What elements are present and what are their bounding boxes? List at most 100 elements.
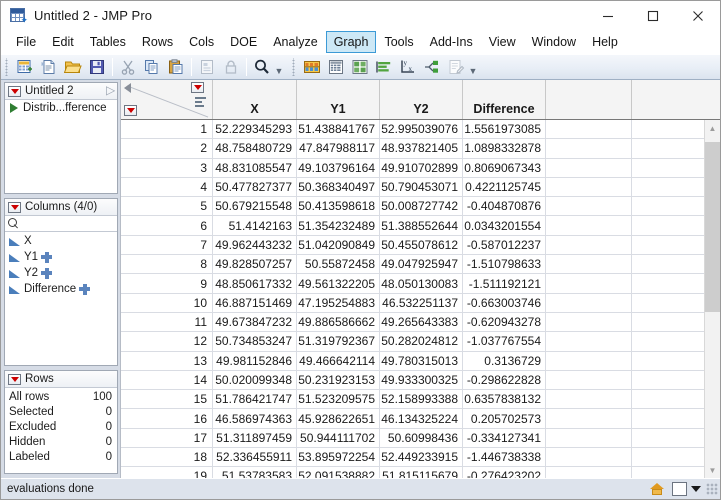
caret-down-icon[interactable]	[691, 486, 701, 492]
cell-x[interactable]: 50.679215548	[213, 197, 297, 216]
row-state-bars-icon[interactable]	[195, 97, 207, 107]
table-row[interactable]: 19 51.53783583 52.091538882 51.815115679…	[121, 467, 720, 478]
list-item[interactable]: X	[5, 233, 117, 249]
cell-y2[interactable]: 49.780315013	[380, 351, 463, 370]
cell-x[interactable]: 51.53783583	[213, 467, 297, 478]
cell-x[interactable]: 49.673847232	[213, 312, 297, 332]
table-row[interactable]: 18 52.336455911 53.895972254 52.44923391…	[121, 448, 720, 468]
table-row[interactable]: 15 51.786421747 51.523209575 52.15899338…	[121, 390, 720, 410]
cell-y2[interactable]: 50.282024812	[380, 332, 463, 351]
list-item[interactable]: Hidden 0	[5, 434, 117, 449]
column-header-y2[interactable]: Y2	[380, 80, 463, 119]
table-row[interactable]: 2 48.758480729 47.847988117 48.937821405…	[121, 139, 720, 159]
red-triangle-menu-icon[interactable]	[8, 373, 21, 385]
cell-difference[interactable]: 0.205702573	[463, 409, 546, 428]
menu-file[interactable]: File	[8, 31, 44, 53]
column-header-x[interactable]: X	[213, 80, 297, 119]
menu-analyze[interactable]: Analyze	[265, 31, 325, 53]
cell-difference[interactable]: -0.587012237	[463, 235, 546, 255]
menu-graph[interactable]: Graph	[325, 31, 377, 53]
row-number[interactable]: 13	[121, 351, 213, 370]
search-icon[interactable]	[251, 56, 273, 78]
menu-doe[interactable]: DOE	[222, 31, 265, 53]
cell-y2[interactable]: 49.910702899	[380, 158, 463, 177]
list-item[interactable]: Selected 0	[5, 404, 117, 419]
cell-x[interactable]: 46.887151469	[213, 293, 297, 312]
row-number[interactable]: 1	[121, 120, 213, 139]
row-number[interactable]: 19	[121, 467, 213, 478]
cell-x[interactable]: 49.981152846	[213, 351, 297, 370]
cell-difference[interactable]: -0.404870876	[463, 197, 546, 216]
cell-x[interactable]: 48.831085547	[213, 158, 297, 177]
vertical-scrollbar[interactable]: ▲ ▼	[704, 120, 720, 478]
toolbar-grip-2[interactable]	[291, 58, 298, 76]
scroll-down-icon[interactable]: ▼	[705, 462, 720, 478]
row-number[interactable]: 17	[121, 428, 213, 448]
row-number[interactable]: 3	[121, 158, 213, 177]
cell-y1[interactable]: 51.319792367	[297, 332, 380, 351]
fit-model-icon[interactable]: y x	[397, 56, 419, 78]
fit-y-by-x-icon[interactable]	[325, 56, 347, 78]
cell-difference[interactable]: -1.037767554	[463, 332, 546, 351]
row-number[interactable]: 10	[121, 293, 213, 312]
home-icon[interactable]	[649, 481, 665, 497]
menu-tables[interactable]: Tables	[82, 31, 134, 53]
red-triangle-menu-icon[interactable]	[8, 201, 21, 213]
cell-y1[interactable]: 49.466642114	[297, 351, 380, 370]
cell-y1[interactable]: 47.195254883	[297, 293, 380, 312]
cell-x[interactable]: 46.586974363	[213, 409, 297, 428]
open-icon[interactable]	[62, 56, 84, 78]
toolbar-grip-1[interactable]	[4, 58, 11, 76]
new-script-icon[interactable]	[38, 56, 60, 78]
cell-y1[interactable]: 51.042090849	[297, 235, 380, 255]
cell-x[interactable]: 51.4142163	[213, 216, 297, 235]
cell-y2[interactable]: 48.050130083	[380, 274, 463, 293]
cell-difference[interactable]: 1.0898332878	[463, 139, 546, 158]
cell-y2[interactable]: 52.995039076	[380, 120, 463, 139]
cell-difference[interactable]: -1.511192121	[463, 274, 546, 293]
scroll-up-icon[interactable]: ▲	[705, 120, 720, 136]
cell-y2[interactable]: 50.455078612	[380, 235, 463, 255]
list-item[interactable]: Y1	[5, 249, 117, 265]
cell-y2[interactable]: 51.815115679	[380, 467, 463, 478]
resize-grip-icon[interactable]	[706, 483, 718, 495]
column-header-difference[interactable]: Difference	[463, 80, 546, 119]
row-number[interactable]: 5	[121, 197, 213, 216]
cell-difference[interactable]: -0.620943278	[463, 312, 546, 332]
cell-y2[interactable]: 49.933300325	[380, 370, 463, 390]
table-row[interactable]: 16 46.586974363 45.928622651 46.13432522…	[121, 409, 720, 429]
copy-icon[interactable]	[141, 56, 163, 78]
save-icon[interactable]	[86, 56, 108, 78]
table-row[interactable]: 3 48.831085547 49.103796164 49.910702899…	[121, 158, 720, 178]
table-row[interactable]: 10 46.887151469 47.195254883 46.53225113…	[121, 293, 720, 313]
table-row[interactable]: 5 50.679215548 50.413598618 50.008727742…	[121, 197, 720, 217]
menu-tools[interactable]: Tools	[376, 31, 421, 53]
red-triangle-menu-icon[interactable]	[8, 85, 21, 97]
cell-y1[interactable]: 51.354232489	[297, 216, 380, 235]
cell-y1[interactable]: 51.438841767	[297, 120, 380, 139]
list-item[interactable]: All rows 100	[5, 389, 117, 404]
rows-panel-header[interactable]: Rows	[5, 371, 117, 388]
menu-cols[interactable]: Cols	[181, 31, 222, 53]
cell-y2[interactable]: 50.60998436	[380, 428, 463, 448]
cell-y1[interactable]: 50.368340497	[297, 177, 380, 197]
cell-y2[interactable]: 46.532251137	[380, 293, 463, 312]
cell-y1[interactable]: 50.944111702	[297, 428, 380, 448]
cut-icon[interactable]	[117, 56, 139, 78]
row-number[interactable]: 16	[121, 409, 213, 428]
cell-x[interactable]: 51.786421747	[213, 390, 297, 409]
cell-difference[interactable]: 0.3136729	[463, 351, 546, 370]
table-row[interactable]: 1 52.229345293 51.438841767 52.995039076…	[121, 120, 720, 140]
grid-corner-cell[interactable]	[121, 80, 213, 119]
open-arrow-icon[interactable]	[106, 83, 115, 97]
cell-x[interactable]: 49.962443232	[213, 235, 297, 255]
list-item[interactable]: Difference	[5, 281, 117, 297]
cell-y2[interactable]: 49.047925947	[380, 255, 463, 274]
scrollbar-thumb[interactable]	[705, 142, 720, 312]
row-number[interactable]: 12	[121, 332, 213, 351]
cell-y1[interactable]: 49.103796164	[297, 158, 380, 177]
columns-panel-header[interactable]: Columns (4/0)	[5, 199, 117, 216]
list-item[interactable]: Excluded 0	[5, 419, 117, 434]
cell-difference[interactable]: -1.510798633	[463, 255, 546, 274]
cell-difference[interactable]: -0.663003746	[463, 293, 546, 312]
